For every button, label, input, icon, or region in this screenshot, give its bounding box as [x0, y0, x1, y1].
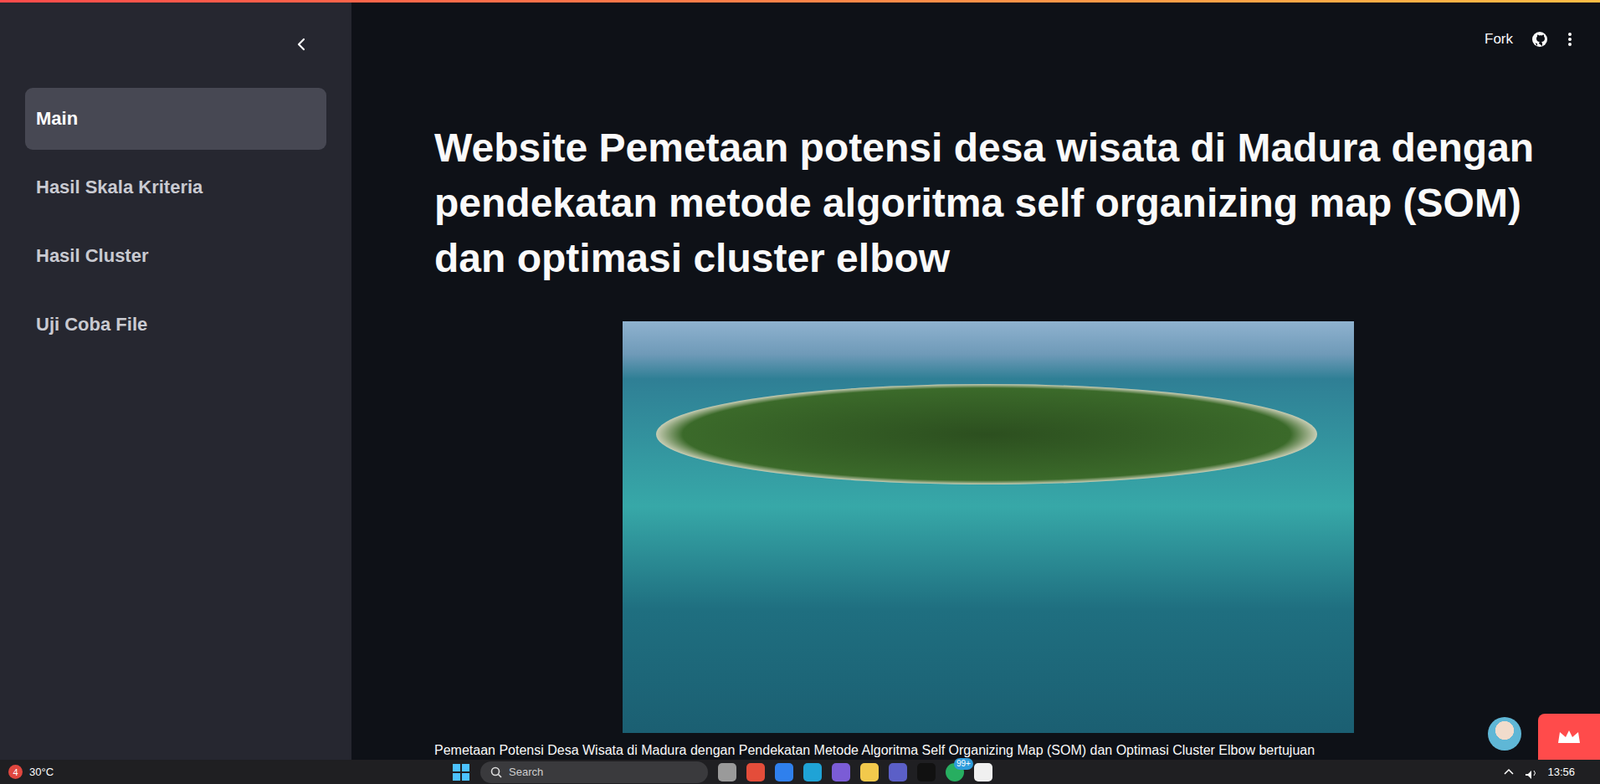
sidebar-item-label: Hasil Cluster — [35, 245, 149, 267]
search-icon — [490, 766, 503, 779]
chrome-icon[interactable] — [746, 763, 765, 782]
sidebar-item[interactable]: Hasil Skala Kriteria — [25, 156, 327, 219]
task-view-icon[interactable] — [717, 763, 737, 782]
description-paragraph: Pemetaan Potensi Desa Wisata di Madura d… — [434, 741, 1542, 760]
main-content: Website Pemetaan potensi desa wisata di … — [351, 50, 1600, 760]
weather-badge: 4 — [8, 764, 23, 780]
tray-chevron-icon[interactable] — [1502, 765, 1516, 780]
sidebar-item-label: Uji Coba File — [35, 313, 148, 336]
copilot-icon[interactable] — [831, 763, 851, 782]
calendar-icon[interactable] — [974, 763, 993, 782]
sidebar-item-label: Hasil Skala Kriteria — [35, 176, 203, 199]
taskbar-search[interactable] — [480, 761, 708, 784]
teams-icon[interactable] — [888, 763, 908, 782]
menu-kebab-icon[interactable] — [1566, 30, 1574, 48]
windows-start-icon[interactable] — [451, 763, 471, 782]
sidebar-item[interactable]: Uji Coba File — [25, 293, 327, 356]
collapse-chevron-icon[interactable] — [292, 35, 310, 53]
sidebar: Main Hasil Skala Kriteria Hasil Cluster Uji… — [0, 2, 352, 760]
weather-widget[interactable]: 4 30°C — [8, 764, 444, 780]
sidebar-nav: Main Hasil Skala Kriteria Hasil Cluster Uji… — [25, 87, 327, 356]
notification-badge: 99+ — [953, 758, 974, 770]
vscode-icon[interactable] — [774, 763, 794, 782]
file-explorer-icon[interactable] — [860, 763, 879, 782]
streamlit-badge-button[interactable] — [1538, 713, 1600, 760]
island-photo — [622, 321, 1354, 734]
tiktok-icon[interactable] — [917, 763, 936, 782]
whatsapp-icon[interactable]: 99+ — [945, 763, 965, 782]
temperature: 30°C — [29, 765, 54, 779]
fork-button[interactable]: Fork — [1484, 30, 1513, 48]
sidebar-item[interactable]: Hasil Cluster — [25, 225, 327, 288]
sidebar-item-label: Main — [35, 107, 78, 130]
github-icon[interactable] — [1531, 30, 1549, 48]
volume-icon[interactable] — [1523, 765, 1539, 780]
sidebar-item[interactable]: Main — [25, 87, 327, 150]
crown-icon — [1556, 728, 1582, 747]
header: Fork — [351, 2, 1600, 51]
edge-icon[interactable] — [803, 763, 822, 782]
clock[interactable]: 13:56 — [1547, 765, 1575, 779]
avatar-icon[interactable] — [1487, 717, 1522, 751]
page-title: Website Pemetaan potensi desa wisata di … — [434, 120, 1542, 287]
taskbar: 4 30°C 99+ 13:56 — [0, 759, 1600, 784]
search-input[interactable] — [507, 764, 675, 780]
